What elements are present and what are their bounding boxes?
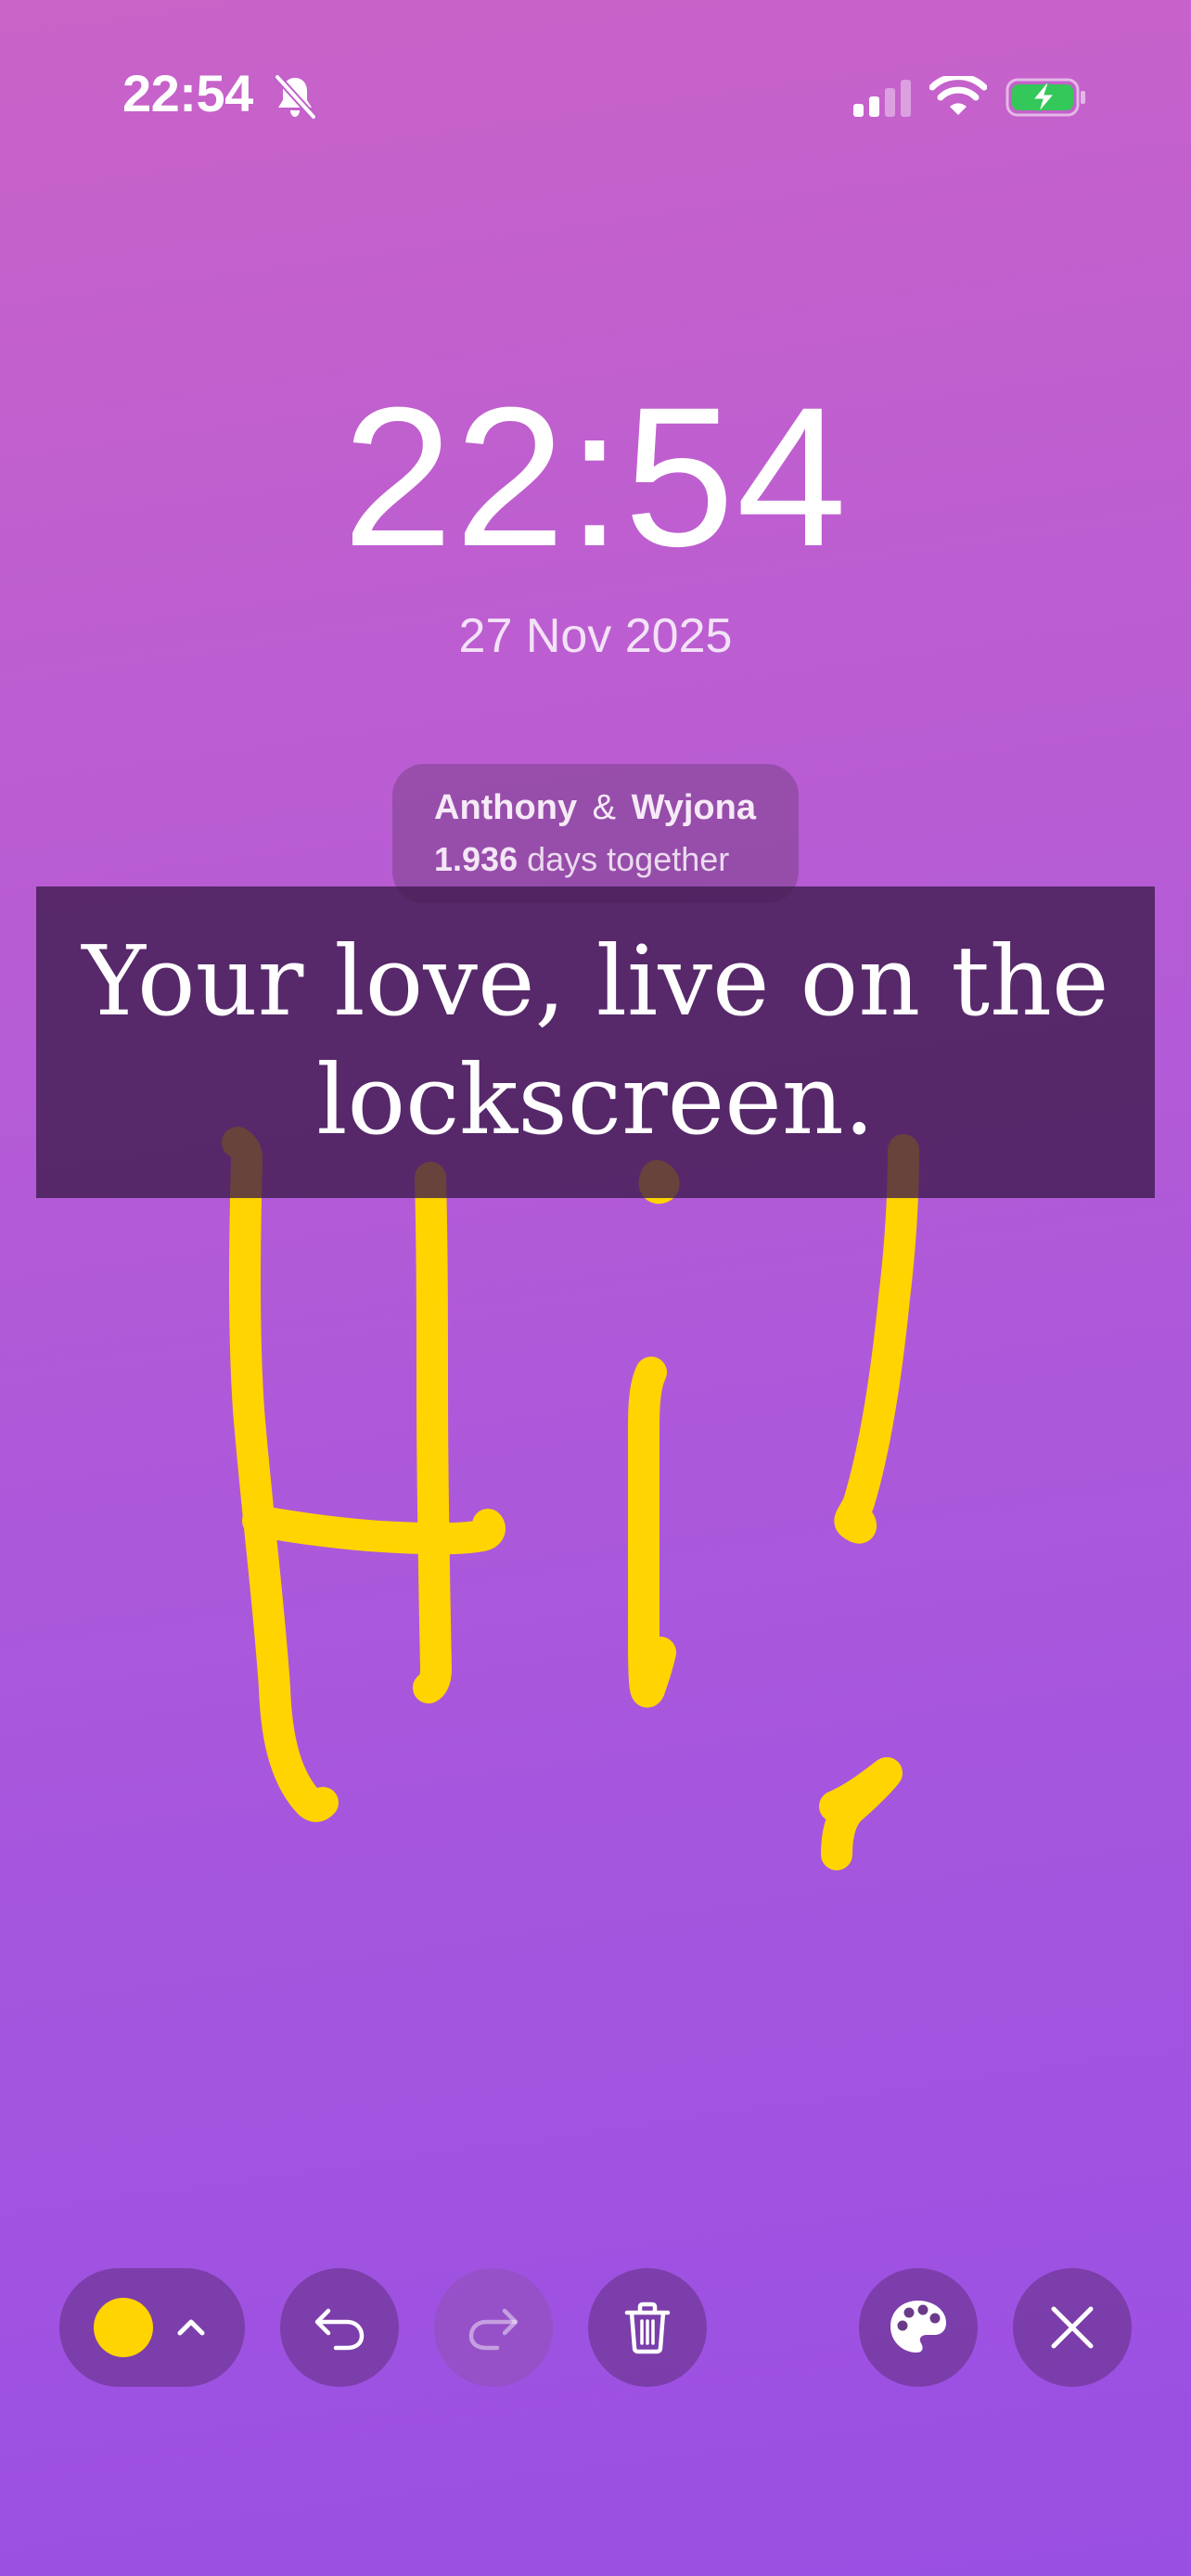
banner-headline: Your love, live on the lockscreen. [36, 922, 1155, 1159]
banner-line-2: lockscreen. [316, 1043, 875, 1156]
handwritten-hi-drawing [222, 1127, 919, 1870]
banner-line-1: Your love, live on the [82, 925, 1109, 1038]
drawing-canvas[interactable] [0, 0, 1191, 2576]
promo-banner: Your love, live on the lockscreen. [36, 886, 1155, 1198]
